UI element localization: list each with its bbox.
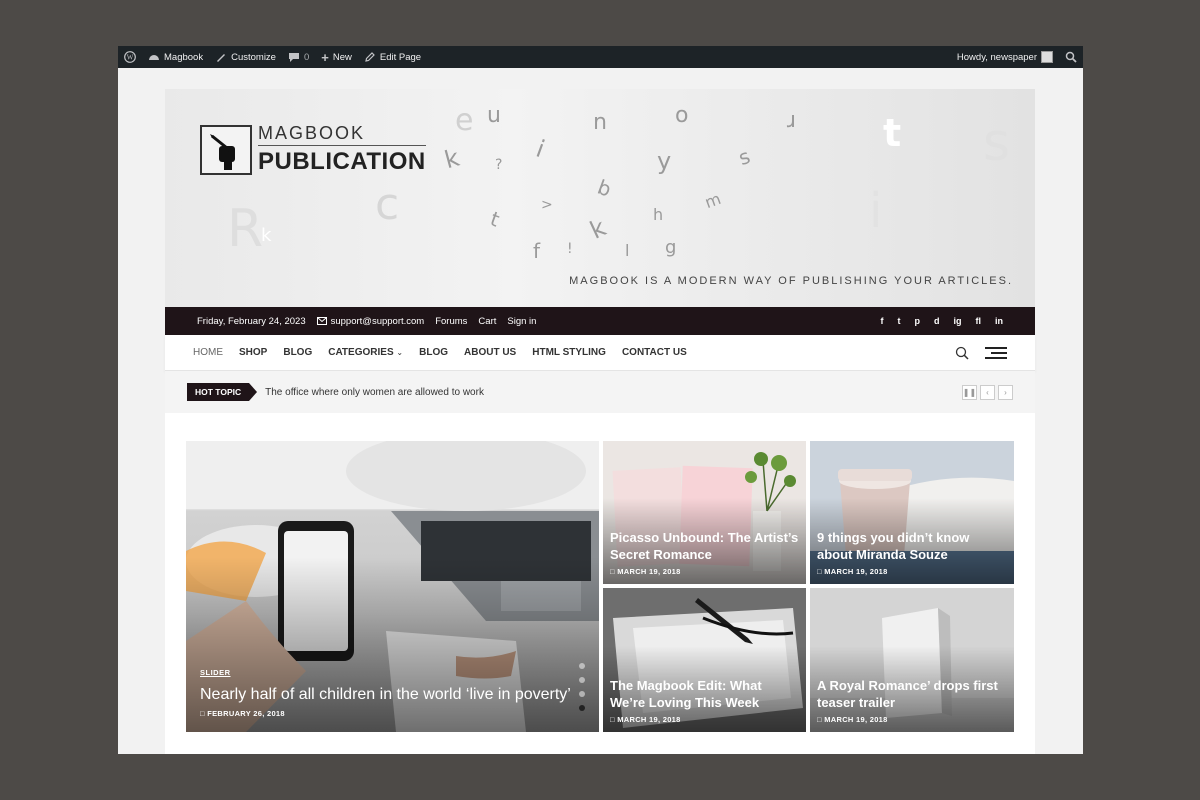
brush-icon	[217, 54, 226, 62]
instagram-icon[interactable]: ig	[954, 316, 962, 326]
post-title[interactable]: The Magbook Edit: What We’re Loving This…	[610, 677, 799, 711]
flickr-icon[interactable]: fl	[976, 316, 982, 326]
comments-link[interactable]: 0	[288, 51, 309, 63]
admin-search-icon[interactable]	[1065, 51, 1077, 63]
forums-link[interactable]: Forums	[435, 316, 467, 327]
plus-icon: +	[321, 49, 329, 65]
post-card[interactable]: A Royal Romance’ drops first teaser trai…	[810, 588, 1014, 732]
post-date: □ MARCH 19, 2018	[817, 715, 1007, 724]
dribbble-icon[interactable]: d	[934, 316, 940, 326]
post-date-text: MARCH 19, 2018	[824, 567, 888, 576]
featured-slider-card[interactable]: SLIDER Nearly half of all children in th…	[186, 441, 599, 732]
current-date: Friday, February 24, 2023	[197, 315, 306, 327]
site-logo[interactable]: MAGBOOK PUBLICATION	[200, 123, 426, 176]
nav-item-blog-2[interactable]: BLOG	[419, 347, 448, 358]
site-header: e u u o r t s k ? i y s c q i > m t h k	[165, 89, 1035, 307]
svg-text:W: W	[127, 54, 134, 62]
envelope-icon	[316, 317, 327, 325]
account-menu[interactable]: Howdy, newspaper	[957, 51, 1053, 63]
wordpress-logo-icon[interactable]: W	[124, 51, 136, 63]
nav-item-shop[interactable]: SHOP	[239, 347, 267, 358]
chevron-left-icon[interactable]: ‹	[980, 384, 995, 400]
linkedin-icon[interactable]: in	[995, 316, 1003, 326]
calendar-icon: □	[817, 567, 822, 576]
site-name-label: Magbook	[164, 51, 204, 63]
chevron-down-icon: ⌄	[396, 348, 404, 357]
nav-item-html-styling[interactable]: HTML STYLING	[532, 347, 606, 358]
calendar-icon: □	[817, 715, 822, 724]
logo-line-1: MAGBOOK	[258, 123, 426, 146]
nav-item-home[interactable]: HOME	[193, 347, 223, 358]
calendar-icon: □	[610, 715, 615, 724]
admin-site-link[interactable]: Magbook	[148, 51, 203, 63]
email-link[interactable]: support@support.com	[316, 315, 425, 327]
hot-topic-ticker: HOT TOPIC The office where only women ar…	[165, 371, 1035, 413]
comments-count: 0	[303, 51, 310, 63]
browser-screen: W Magbook Customize 0 + New Edit Page Ho…	[118, 46, 1083, 754]
nav-item-about-us[interactable]: ABOUT US	[464, 347, 516, 358]
post-date: □ FEBRUARY 26, 2018	[200, 709, 592, 718]
pause-icon[interactable]: ❚❚	[962, 384, 977, 400]
post-card[interactable]: The Magbook Edit: What We’re Loving This…	[603, 588, 806, 732]
nav-item-blog[interactable]: BLOG	[283, 347, 312, 358]
post-date: □ MARCH 19, 2018	[610, 567, 799, 576]
calendar-icon: □	[200, 709, 205, 718]
post-date-text: FEBRUARY 26, 2018	[207, 709, 285, 718]
social-links: f t p d ig fl in	[881, 316, 1004, 326]
edit-page-label: Edit Page	[379, 51, 422, 63]
post-date-text: MARCH 19, 2018	[824, 715, 888, 724]
post-card[interactable]: 9 things you didn’t know about Miranda S…	[810, 441, 1014, 584]
post-title[interactable]: 9 things you didn’t know about Miranda S…	[817, 529, 1007, 563]
avatar	[1041, 51, 1053, 63]
customize-link[interactable]: Customize	[215, 51, 276, 63]
customize-label: Customize	[231, 51, 276, 63]
nav-item-categories[interactable]: CATEGORIES ⌄	[328, 347, 403, 358]
admin-bar: W Magbook Customize 0 + New Edit Page Ho…	[118, 46, 1083, 68]
hot-topic-link[interactable]: The office where only women are allowed …	[265, 387, 484, 398]
post-date: □ MARCH 19, 2018	[610, 715, 799, 724]
post-card[interactable]: Picasso Unbound: The Artist’s Secret Rom…	[603, 441, 806, 584]
site-tagline: MAGBOOK IS A MODERN WAY OF PUBLISHING YO…	[569, 275, 1013, 287]
pencil-icon	[365, 52, 375, 62]
logo-line-2: PUBLICATION	[258, 148, 426, 175]
post-title[interactable]: A Royal Romance’ drops first teaser trai…	[817, 677, 1007, 711]
facebook-icon[interactable]: f	[881, 316, 884, 326]
twitter-icon[interactable]: t	[898, 316, 901, 326]
howdy-label: Howdy, newspaper	[956, 51, 1037, 63]
categories-label: CATEGORIES	[328, 347, 394, 358]
post-date-text: MARCH 19, 2018	[617, 715, 681, 724]
hot-topic-badge: HOT TOPIC	[187, 383, 258, 401]
fist-pen-logo-icon	[200, 124, 252, 175]
featured-posts-grid: SLIDER Nearly half of all children in th…	[186, 441, 1014, 732]
post-title[interactable]: Nearly half of all children in the world…	[200, 685, 592, 705]
pinterest-icon[interactable]: p	[915, 316, 921, 326]
edit-page-link[interactable]: Edit Page	[364, 51, 421, 63]
email-text: support@support.com	[330, 315, 425, 327]
comment-icon	[288, 53, 299, 62]
chevron-right-icon[interactable]: ›	[998, 384, 1013, 400]
main-navigation: HOME SHOP BLOG CATEGORIES ⌄ BLOG ABOUT U…	[165, 335, 1035, 371]
top-info-bar: Friday, February 24, 2023 support@suppor…	[165, 307, 1035, 335]
hamburger-menu-icon[interactable]	[985, 346, 1007, 359]
site-container: e u u o r t s k ? i y s c q i > m t h k	[165, 89, 1035, 754]
post-date: □ MARCH 19, 2018	[817, 567, 1007, 576]
cart-link[interactable]: Cart	[478, 316, 496, 327]
post-category-tag[interactable]: SLIDER	[200, 668, 592, 677]
post-date-text: MARCH 19, 2018	[617, 567, 681, 576]
dashboard-icon	[149, 55, 159, 60]
post-title[interactable]: Picasso Unbound: The Artist’s Secret Rom…	[610, 529, 799, 563]
nav-item-contact-us[interactable]: CONTACT US	[622, 347, 687, 358]
calendar-icon: □	[610, 567, 615, 576]
sign-in-link[interactable]: Sign in	[507, 316, 536, 327]
search-icon[interactable]	[955, 346, 969, 360]
new-content-link[interactable]: + New	[321, 50, 352, 65]
new-label: New	[332, 51, 352, 63]
